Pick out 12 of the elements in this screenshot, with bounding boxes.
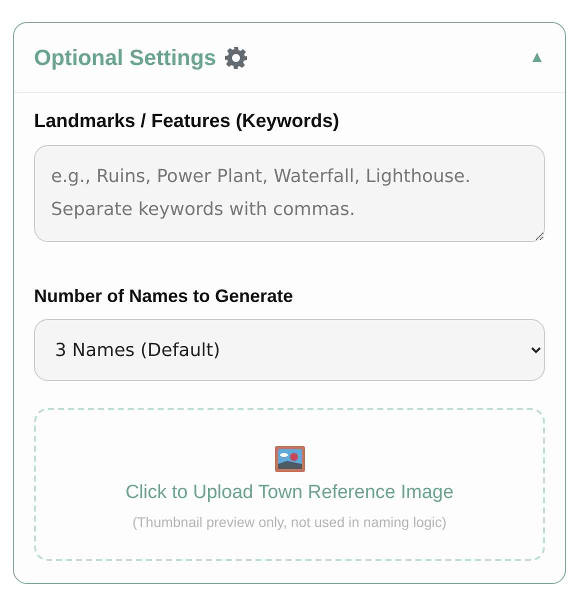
framed-picture-icon	[274, 446, 304, 472]
panel-header[interactable]: Optional Settings ▲	[14, 23, 565, 93]
panel-title: Optional Settings	[34, 44, 216, 70]
settings-icon	[224, 46, 248, 70]
name-count-dropdown[interactable]: 3 Names (Default)	[34, 319, 545, 381]
keywords-field[interactable]: e.g., Ruins, Power Plant, Waterfall, Lighthouse. Separate keywords with commas.	[34, 145, 545, 242]
upload-area[interactable]: Click to Upload Town Reference Image (Thumbnail preview only, not used in naming logic)	[34, 408, 545, 561]
upload-note: (Thumbnail preview only, not used in naming logic)	[132, 514, 447, 530]
keywords-label: Landmarks / Features (Keywords)	[34, 111, 340, 133]
upload-title: Click to Upload Town Reference Image	[125, 482, 454, 504]
collapse-arrow[interactable]: ▲	[529, 48, 545, 66]
name-count-label: Number of Names to Generate	[34, 286, 294, 307]
